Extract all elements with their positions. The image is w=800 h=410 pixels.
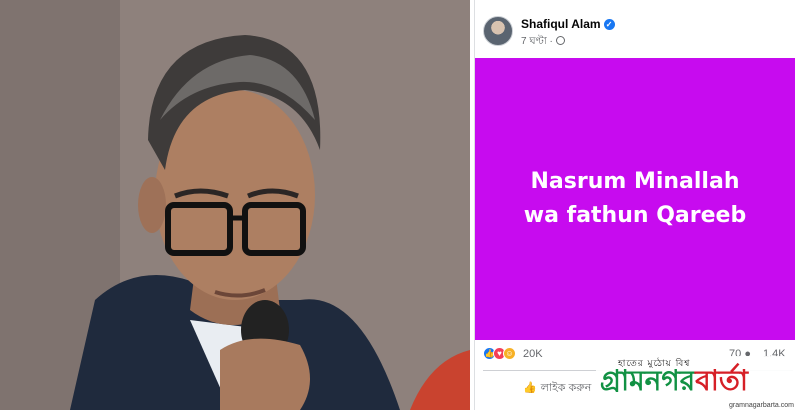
avatar[interactable] <box>483 16 513 46</box>
verified-badge-icon: ✓ <box>603 19 615 30</box>
status-card: Nasrum Minallah wa fathun Qareeb <box>475 58 795 340</box>
logo-wordmark-part1: গ্রামনগর <box>600 364 696 397</box>
speaker-photo-illustration <box>0 0 470 410</box>
like-button[interactable]: 👍 লাইক করুন <box>523 379 591 398</box>
author-name-text[interactable]: Shafiqul Alam <box>521 17 601 31</box>
site-logo-watermark: হাতের মুঠোয় বিশ্ব গ্রামনগরবার্তা gramna… <box>596 356 800 410</box>
reaction-icons[interactable]: 👍 ♥ ☺ <box>483 347 516 360</box>
logo-wordmark-part2: বার্তা <box>695 364 748 397</box>
post-time[interactable]: 7 ঘণ্টা <box>521 36 547 47</box>
thumbs-up-icon: 👍 <box>523 382 537 394</box>
logo-url: gramnagarbarta.com <box>729 402 794 409</box>
logo-wordmark: গ্রামনগরবার্তা <box>600 366 748 396</box>
status-text: Nasrum Minallah wa fathun Qareeb <box>523 168 747 228</box>
author-name[interactable]: Shafiqul Alam ✓ <box>521 17 615 31</box>
post-header: Shafiqul Alam ✓ 7 ঘণ্টা · <box>483 12 793 56</box>
reactions-count[interactable]: 20K <box>523 348 543 360</box>
facebook-post: Shafiqul Alam ✓ 7 ঘণ্টা · Nasrum Minallah… <box>474 0 800 410</box>
like-button-label: লাইক করুন <box>540 382 592 394</box>
speaker-photo <box>0 0 470 410</box>
globe-icon <box>555 36 565 45</box>
post-meta: 7 ঘণ্টা · <box>521 34 565 51</box>
haha-reaction-icon: ☺ <box>503 347 516 360</box>
